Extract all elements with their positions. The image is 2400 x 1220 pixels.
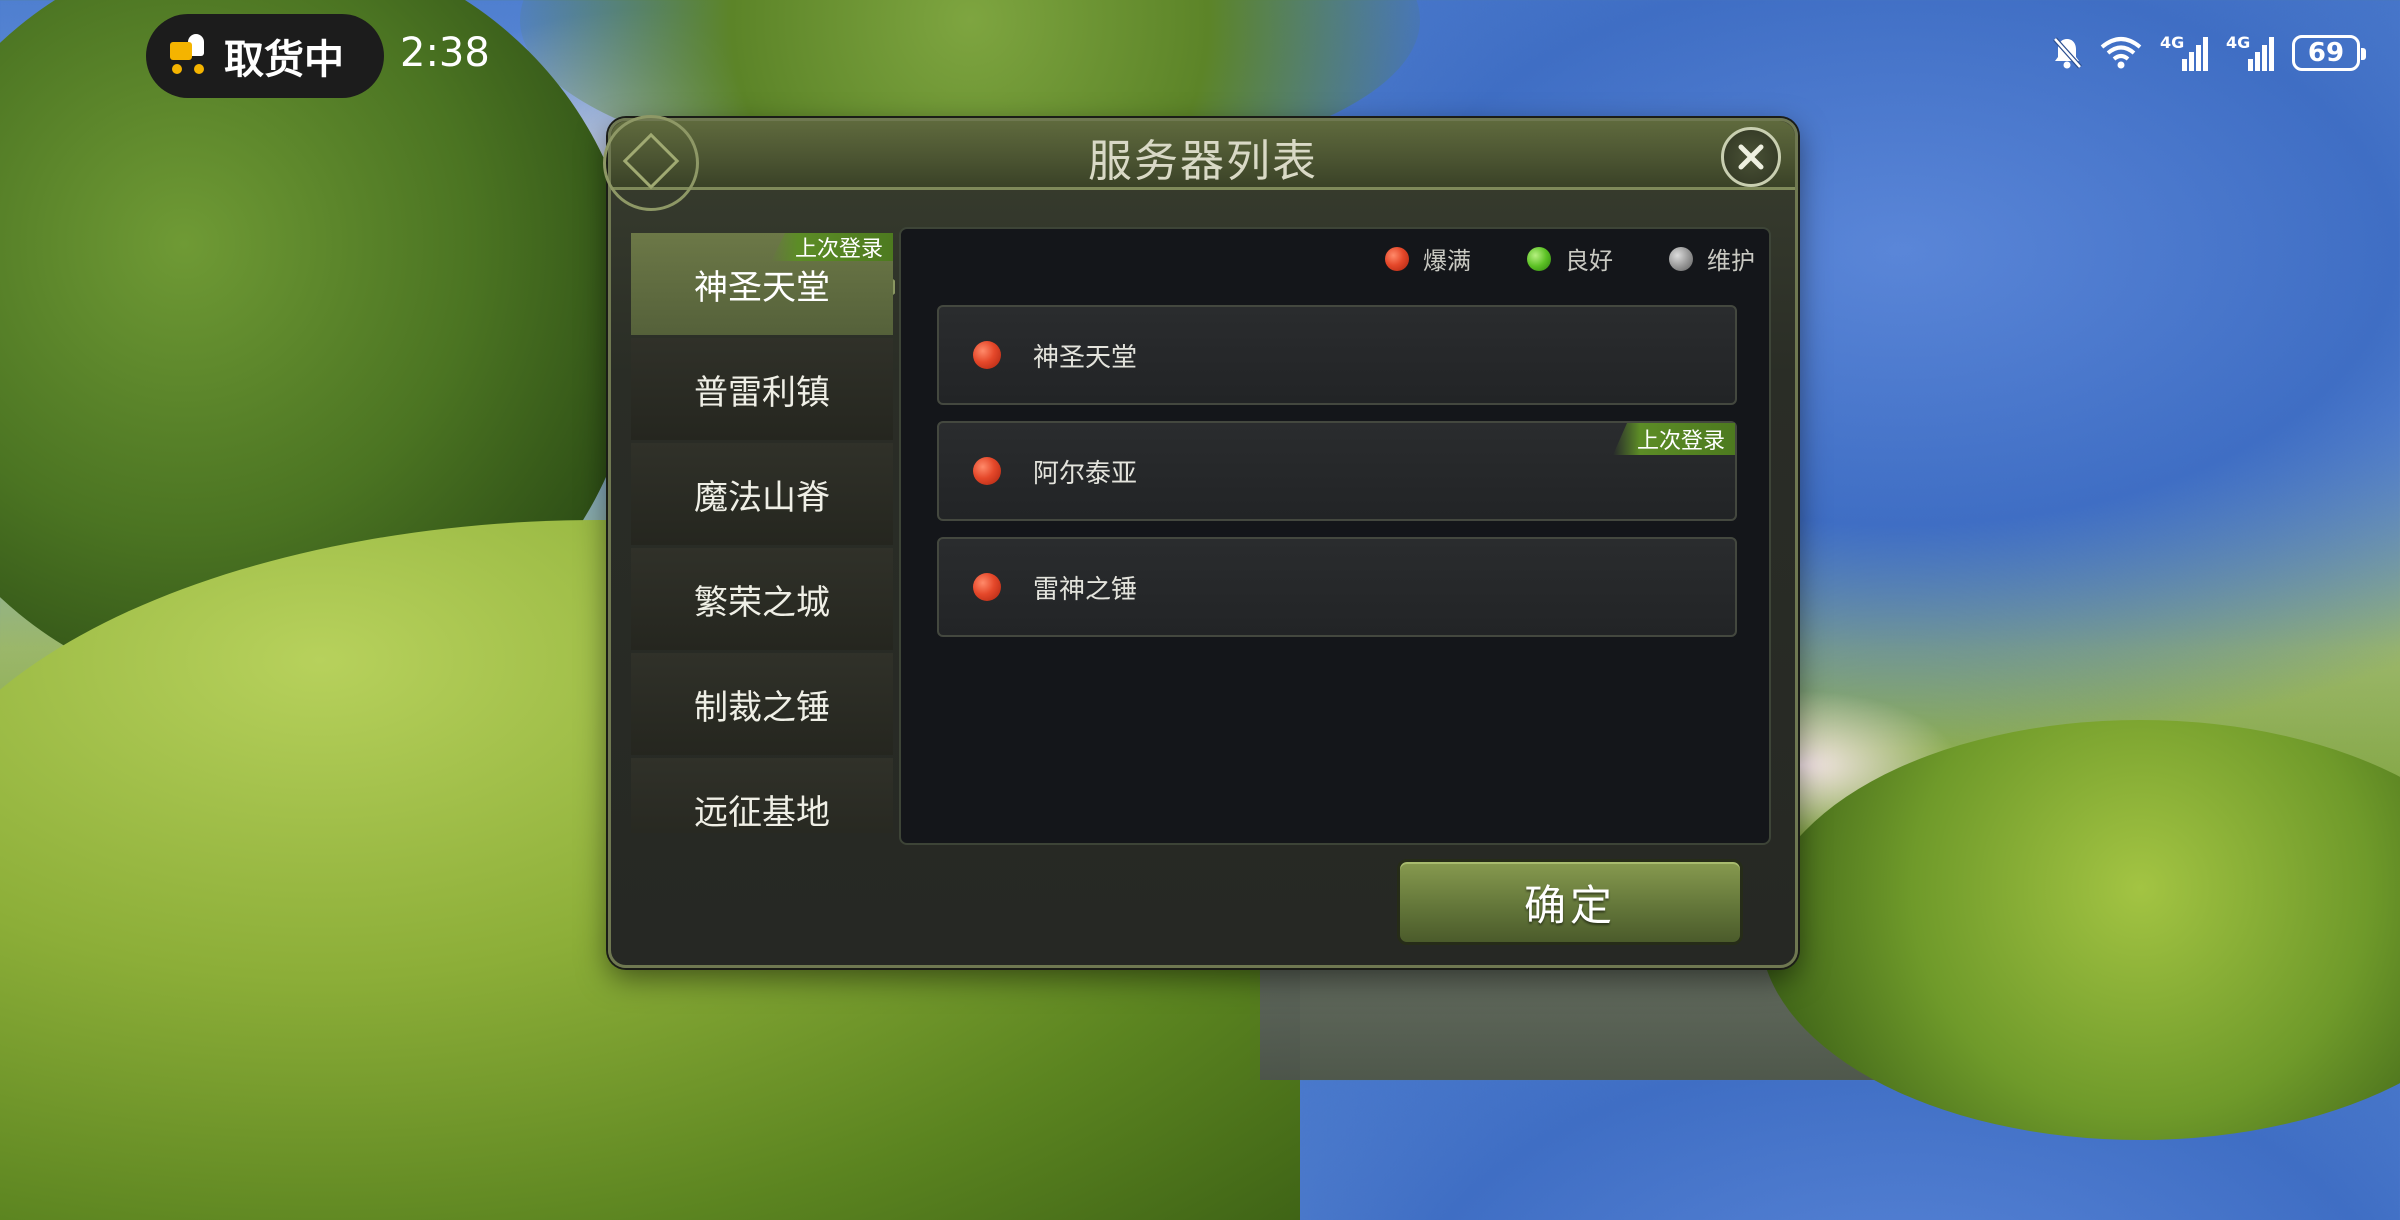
status-full-dot-icon xyxy=(1385,246,1409,271)
sidebar-item-label: 制裁之锤 xyxy=(694,687,830,728)
legend-full: 爆满 xyxy=(1385,241,1471,276)
bell-muted-icon xyxy=(2052,36,2082,70)
sidebar-item-region-6[interactable]: 远征基地 xyxy=(631,758,893,833)
dialog-header: 服务器列表 xyxy=(603,115,1795,211)
legend-full-label: 爆满 xyxy=(1423,247,1471,275)
delivery-status-text: 取货中 xyxy=(224,37,344,83)
legend-good: 良好 xyxy=(1527,241,1613,276)
server-name: 雷神之锤 xyxy=(1033,574,1138,605)
status-full-dot-icon xyxy=(973,457,1001,485)
delivery-status-pill[interactable]: 取货中 xyxy=(146,14,384,98)
battery-indicator: 69 xyxy=(2292,35,2366,71)
server-row-2[interactable]: 阿尔泰亚 上次登录 xyxy=(937,421,1737,521)
server-panel: 爆满 良好 维护 神圣天堂 阿尔泰亚 上次登录 雷神之锤 xyxy=(899,227,1771,845)
legend-maintenance-label: 维护 xyxy=(1707,247,1755,275)
dialog-title: 服务器列表 xyxy=(1088,136,1318,187)
status-good-dot-icon xyxy=(1527,246,1551,271)
server-row-1[interactable]: 神圣天堂 xyxy=(937,305,1737,405)
server-list-dialog: 服务器列表 神圣天堂 上次登录 普雷利镇 魔法山脊 繁荣之城 制裁之锤 远征基地 xyxy=(603,115,1798,968)
wifi-icon xyxy=(2100,36,2142,70)
status-full-dot-icon xyxy=(973,573,1001,601)
delivery-scooter-icon xyxy=(166,34,210,78)
status-clock: 2:38 xyxy=(400,30,490,76)
signal-1-network-type: 4G xyxy=(2160,33,2185,52)
sidebar-item-label: 繁荣之城 xyxy=(694,582,830,623)
sidebar-item-region-5[interactable]: 制裁之锤 xyxy=(631,653,893,755)
sidebar-item-label: 普雷利镇 xyxy=(694,372,830,413)
cellular-signal-1-icon: 4G xyxy=(2160,33,2208,73)
last-login-badge: 上次登录 xyxy=(770,233,893,261)
sidebar-item-region-1[interactable]: 神圣天堂 上次登录 xyxy=(631,233,895,335)
confirm-button[interactable]: 确定 xyxy=(1397,859,1743,945)
server-name: 神圣天堂 xyxy=(1033,342,1138,373)
cellular-signal-2-icon: 4G xyxy=(2226,33,2274,73)
region-sidebar: 神圣天堂 上次登录 普雷利镇 魔法山脊 繁荣之城 制裁之锤 远征基地 xyxy=(631,233,895,833)
status-full-dot-icon xyxy=(973,341,1001,369)
legend-good-label: 良好 xyxy=(1565,247,1613,275)
sidebar-item-label: 神圣天堂 xyxy=(694,267,830,308)
sidebar-item-region-2[interactable]: 普雷利镇 xyxy=(631,338,893,440)
sidebar-item-region-4[interactable]: 繁荣之城 xyxy=(631,548,893,650)
server-name: 阿尔泰亚 xyxy=(1033,458,1138,489)
sidebar-item-label: 远征基地 xyxy=(694,792,830,833)
signal-2-network-type: 4G xyxy=(2226,33,2251,52)
last-login-badge: 上次登录 xyxy=(1612,423,1735,455)
sidebar-item-region-3[interactable]: 魔法山脊 xyxy=(631,443,893,545)
legend-maintenance: 维护 xyxy=(1669,241,1755,276)
status-icons: 4G 4G 69 xyxy=(2052,28,2366,78)
server-row-3[interactable]: 雷神之锤 xyxy=(937,537,1737,637)
server-list: 神圣天堂 阿尔泰亚 上次登录 雷神之锤 xyxy=(937,305,1737,653)
status-maintenance-dot-icon xyxy=(1669,246,1693,271)
close-icon xyxy=(1738,144,1764,170)
sidebar-item-label: 魔法山脊 xyxy=(694,477,830,518)
status-legend: 爆满 良好 维护 xyxy=(1385,241,1755,276)
close-button[interactable] xyxy=(1721,127,1781,187)
